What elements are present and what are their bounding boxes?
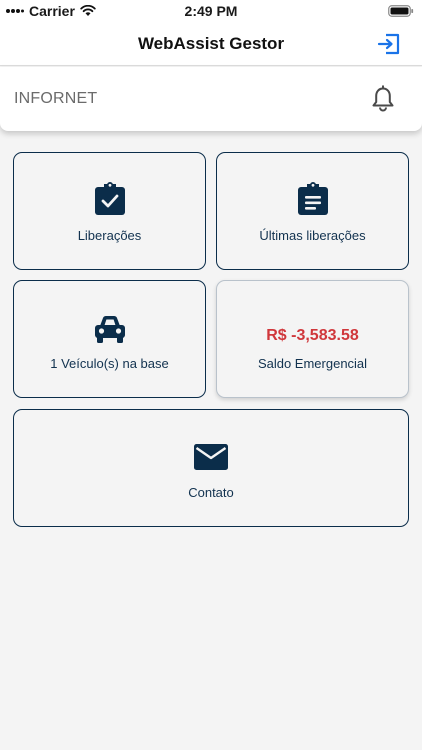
battery-icon <box>388 5 414 17</box>
car-icon <box>94 316 125 343</box>
logout-icon[interactable] <box>376 31 402 57</box>
clipboard-check-icon <box>94 182 125 215</box>
bell-icon[interactable] <box>370 85 396 113</box>
saldo-value: R$ -3,583.58 <box>266 327 359 344</box>
veiculos-tile[interactable]: 1 Veículo(s) na base <box>13 280 206 398</box>
ultimas-liberacoes-tile[interactable]: Últimas liberações <box>216 152 409 270</box>
liberacoes-tile[interactable]: Liberações <box>13 152 206 270</box>
page-title: WebAssist Gestor <box>137 34 285 53</box>
company-header: INFORNET <box>0 67 422 131</box>
saldo-emergencial-tile[interactable]: R$ -3,583.58 Saldo Emergencial <box>216 280 409 398</box>
company-name: INFORNET <box>14 90 98 107</box>
clipboard-list-icon <box>297 182 328 215</box>
status-bar: Carrier 2:49 PM <box>0 0 422 22</box>
tile-label: Liberações <box>77 228 142 243</box>
navigation-bar: WebAssist Gestor <box>0 22 422 66</box>
tile-label: Saldo Emergencial <box>257 356 368 371</box>
status-time: 2:49 PM <box>184 3 238 19</box>
envelope-icon <box>194 444 228 470</box>
tile-label: Contato <box>188 485 234 500</box>
tile-label: Últimas liberações <box>259 228 366 243</box>
contato-tile[interactable]: Contato <box>13 409 409 527</box>
tile-label: 1 Veículo(s) na base <box>50 356 169 371</box>
